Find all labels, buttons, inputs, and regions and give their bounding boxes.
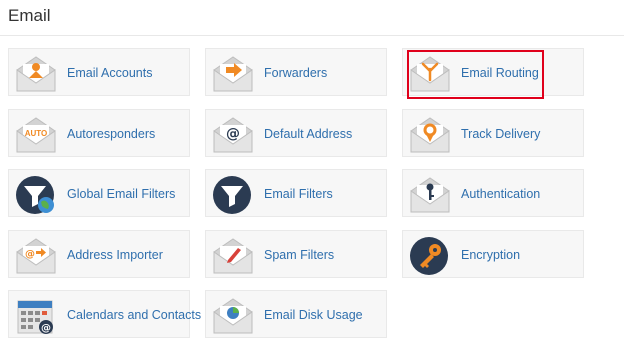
tile-encryption[interactable]: Encryption bbox=[402, 230, 584, 278]
tile-label: Email Routing bbox=[461, 66, 539, 80]
envelope-at-arrow-icon: @ bbox=[15, 236, 57, 276]
envelope-arrow-icon bbox=[212, 54, 254, 94]
auto-icon-text: AUTO bbox=[25, 129, 48, 138]
svg-text:@: @ bbox=[25, 249, 35, 260]
tile-email-filters[interactable]: Email Filters bbox=[205, 169, 387, 217]
globe-funnel-icon bbox=[15, 175, 57, 215]
tile-global-email-filters[interactable]: Global Email Filters bbox=[8, 169, 190, 217]
email-tools-grid: Email Accounts Forwarders Email Routing bbox=[8, 48, 624, 348]
tile-email-accounts[interactable]: Email Accounts bbox=[8, 48, 190, 96]
envelope-at-icon: @ bbox=[212, 115, 254, 155]
envelope-routing-icon bbox=[409, 54, 451, 94]
tile-label: Email Filters bbox=[264, 187, 333, 201]
svg-text:@: @ bbox=[226, 126, 240, 142]
tile-label: Calendars and Contacts bbox=[67, 308, 202, 322]
tile-label: Default Address bbox=[264, 127, 353, 141]
svg-text:@: @ bbox=[41, 323, 51, 334]
funnel-icon bbox=[212, 175, 254, 215]
section-divider bbox=[0, 35, 624, 36]
tile-email-routing[interactable]: Email Routing bbox=[402, 48, 584, 96]
envelope-auto-icon: AUTO bbox=[15, 115, 57, 155]
tile-track-delivery[interactable]: Track Delivery bbox=[402, 109, 584, 157]
tile-default-address[interactable]: @ Default Address bbox=[205, 109, 387, 157]
tile-label: Email Disk Usage bbox=[264, 308, 363, 322]
envelope-person-icon bbox=[15, 54, 57, 94]
envelope-location-pin-icon bbox=[409, 115, 451, 155]
tile-address-importer[interactable]: @ Address Importer bbox=[8, 230, 190, 278]
tile-email-disk-usage[interactable]: Email Disk Usage bbox=[205, 290, 387, 338]
tile-forwarders[interactable]: Forwarders bbox=[205, 48, 387, 96]
envelope-pen-icon bbox=[212, 236, 254, 276]
key-circle-icon bbox=[409, 236, 451, 276]
tile-label: Autoresponders bbox=[67, 127, 156, 141]
tile-label: Track Delivery bbox=[461, 127, 541, 141]
section-title: Email bbox=[8, 6, 51, 25]
tile-label: Encryption bbox=[461, 248, 521, 262]
tile-autoresponders[interactable]: AUTO Autoresponders bbox=[8, 109, 190, 157]
tile-label: Email Accounts bbox=[67, 66, 153, 80]
tile-authentication[interactable]: Authentication bbox=[402, 169, 584, 217]
tile-label: Spam Filters bbox=[264, 248, 335, 262]
tile-label: Authentication bbox=[461, 187, 541, 201]
calendar-at-icon: @ bbox=[15, 296, 57, 336]
envelope-key-icon bbox=[409, 175, 451, 215]
tile-label: Global Email Filters bbox=[67, 187, 176, 201]
tile-spam-filters[interactable]: Spam Filters bbox=[205, 230, 387, 278]
envelope-pie-chart-icon bbox=[212, 296, 254, 336]
tile-label: Address Importer bbox=[67, 248, 163, 262]
tile-calendars-and-contacts[interactable]: @ Calendars and Contacts bbox=[8, 290, 201, 338]
tile-label: Forwarders bbox=[264, 66, 328, 80]
